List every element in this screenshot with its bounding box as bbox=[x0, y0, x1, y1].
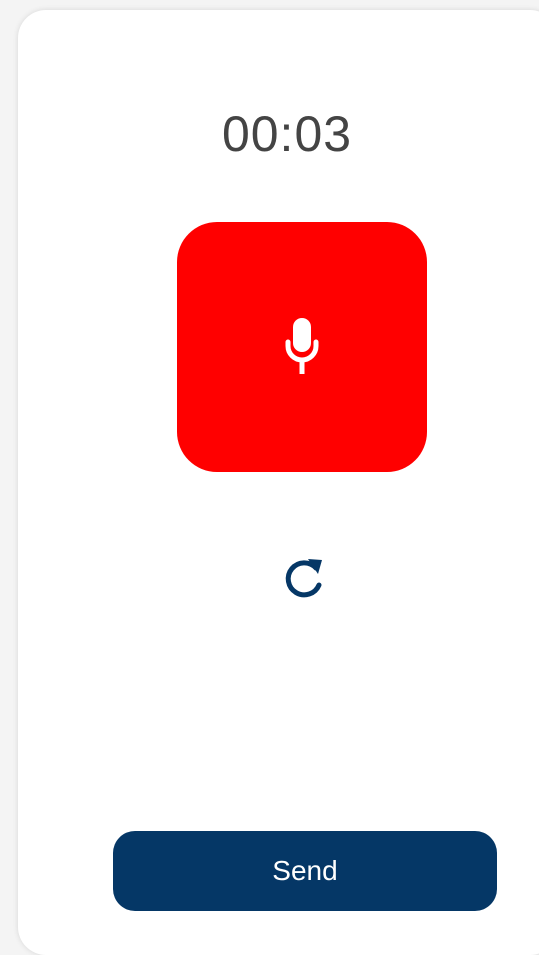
recording-timer: 00:03 bbox=[221, 106, 353, 162]
recorder-panel: 00:03 Send bbox=[18, 10, 539, 955]
reset-recording-button[interactable] bbox=[276, 551, 330, 605]
send-button[interactable]: Send bbox=[113, 831, 497, 911]
record-button[interactable] bbox=[177, 222, 427, 472]
refresh-icon bbox=[285, 559, 322, 598]
microphone-icon bbox=[285, 318, 319, 374]
